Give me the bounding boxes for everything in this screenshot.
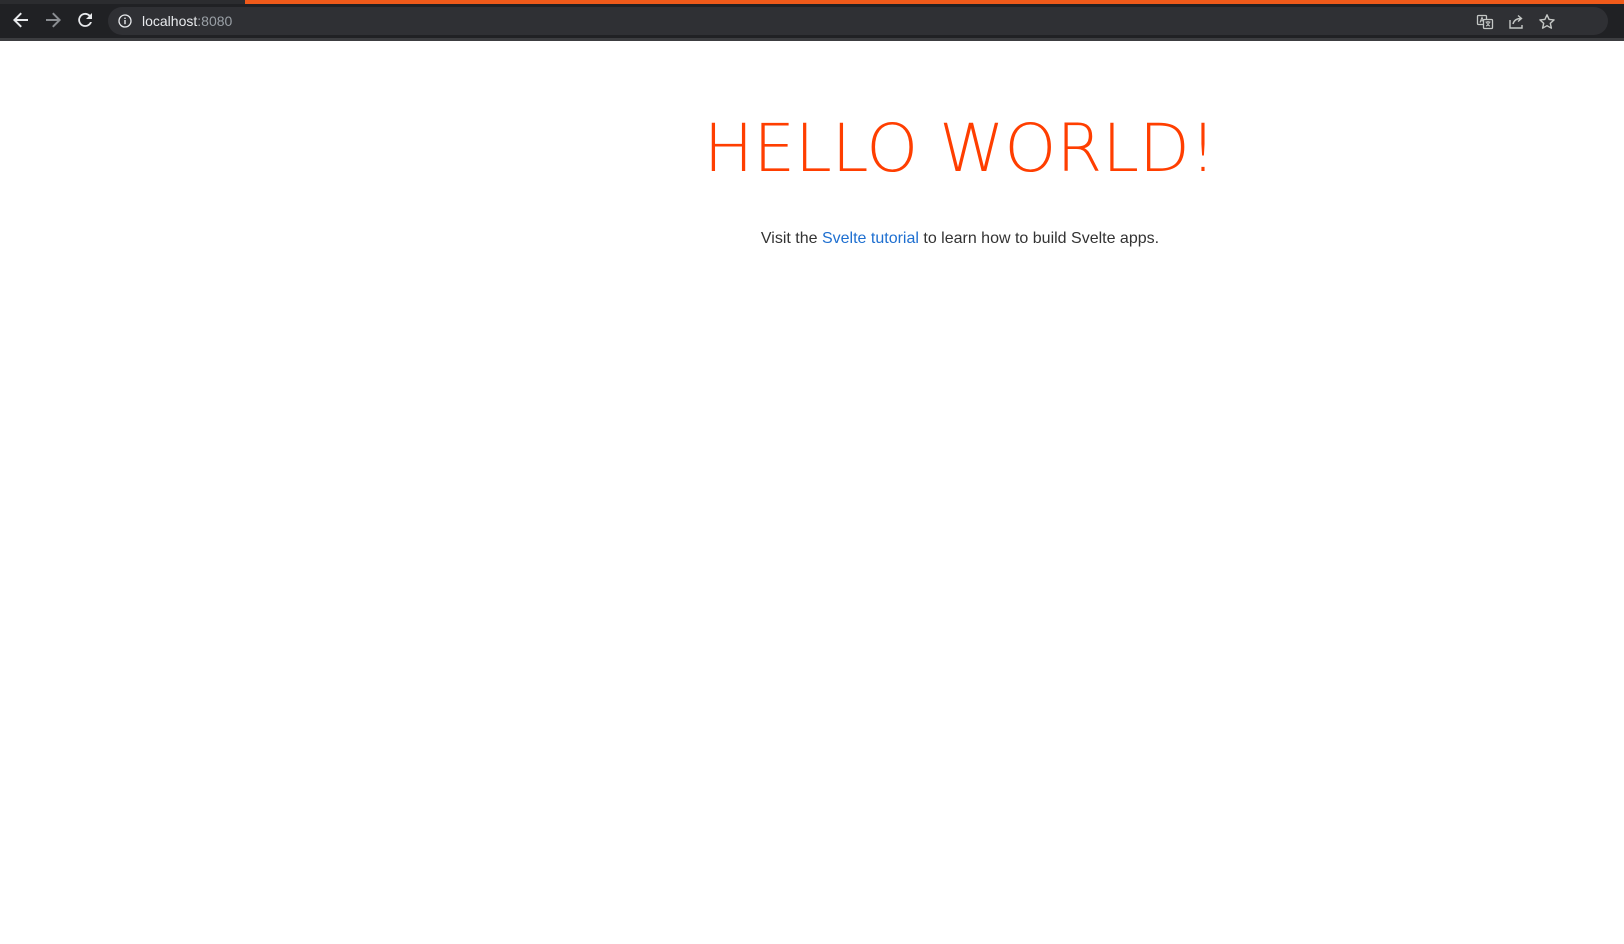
arrow-right-icon bbox=[46, 12, 61, 28]
intro-paragraph: Visit the Svelte tutorial to learn how t… bbox=[490, 229, 1430, 249]
page-load-progress-bar bbox=[245, 0, 1624, 4]
star-icon[interactable] bbox=[1538, 13, 1556, 31]
intro-text-after: to learn how to build Svelte apps. bbox=[918, 230, 1160, 247]
share-icon[interactable] bbox=[1507, 13, 1525, 31]
back-button[interactable] bbox=[8, 7, 34, 33]
forward-button[interactable] bbox=[40, 7, 66, 33]
url-port: :8080 bbox=[197, 13, 233, 29]
page-viewport: HELLO WORLD! Visit the Svelte tutorial t… bbox=[0, 41, 1624, 944]
address-bar[interactable]: localhost:8080 bbox=[108, 7, 1608, 35]
page-heading: HELLO WORLD! bbox=[703, 110, 1217, 187]
svelte-tutorial-link[interactable]: Svelte tutorial bbox=[822, 230, 919, 247]
browser-toolbar: localhost:8080 bbox=[0, 0, 1624, 41]
reload-button[interactable] bbox=[72, 7, 98, 33]
arrow-left-icon bbox=[13, 12, 28, 28]
reload-icon bbox=[78, 12, 92, 27]
tab-strip-edge bbox=[0, 0, 245, 4]
info-icon[interactable] bbox=[118, 14, 132, 28]
translate-icon[interactable] bbox=[1476, 13, 1494, 31]
url-text[interactable]: localhost:8080 bbox=[142, 13, 232, 29]
url-host: localhost bbox=[142, 13, 198, 29]
intro-text-before: Visit the bbox=[760, 230, 822, 247]
